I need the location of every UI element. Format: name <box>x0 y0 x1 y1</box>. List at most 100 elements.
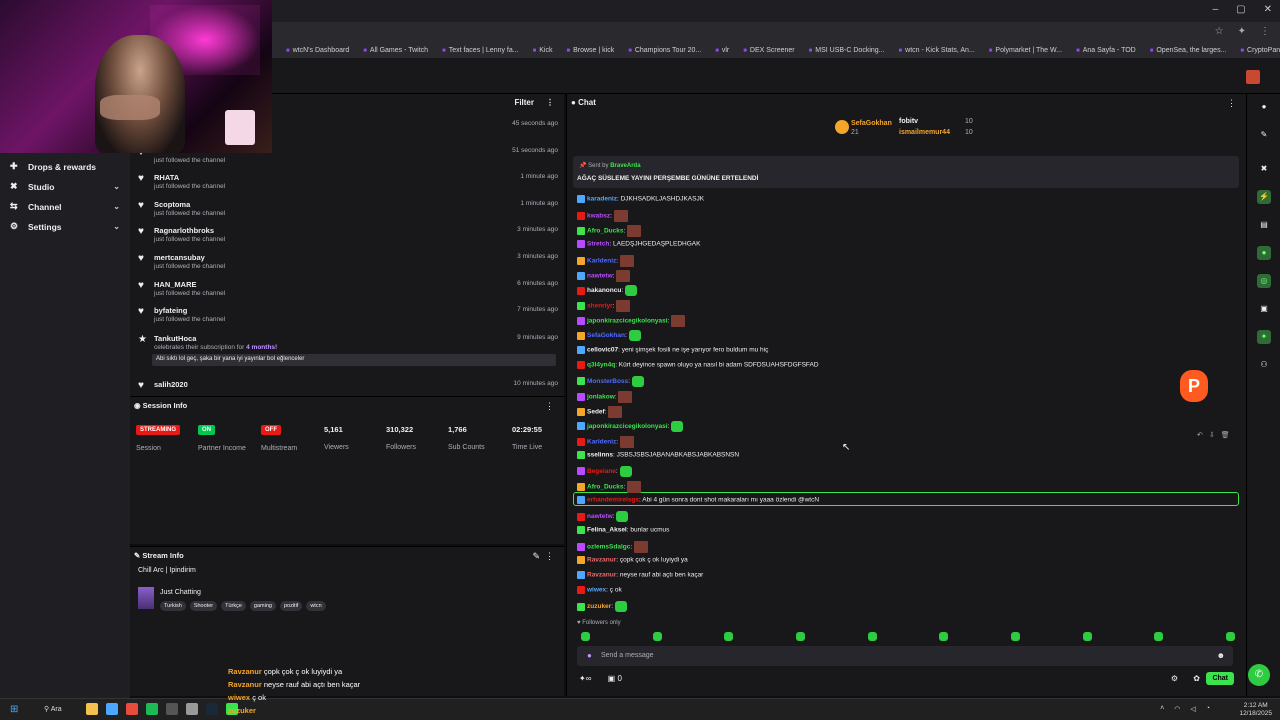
chat-message[interactable]: zuzuker: <box>577 601 627 613</box>
leaderboard-name[interactable]: SefaGokhan <box>851 120 892 127</box>
chat-username[interactable]: Begeiane <box>587 468 616 475</box>
chat-username[interactable]: nawtetw <box>587 273 613 280</box>
chat-message[interactable]: Ravzanur: neyse rauf abi açtı ben kaçar <box>577 571 703 580</box>
wrench-icon[interactable]: ✦ <box>1257 330 1271 344</box>
emote-icon[interactable] <box>724 632 734 641</box>
chat-message[interactable]: MonsterBoss: <box>577 375 644 387</box>
chat-message[interactable]: Ravzanur: çopk çok ç ok luyiydi ya <box>577 556 688 565</box>
chat-message[interactable]: sselinns: JSBSJSBSJABANABKABSJABKABSNSN <box>577 450 739 459</box>
bell-icon[interactable]: ◔ <box>1206 705 1210 713</box>
bookmark-item[interactable]: OpenSea, the larges... <box>1150 47 1226 54</box>
reply-icon[interactable]: ↶ <box>1197 431 1203 439</box>
emote-icon[interactable] <box>1154 632 1164 641</box>
file-explorer-icon[interactable] <box>86 703 98 715</box>
spotify-icon[interactable] <box>146 703 158 715</box>
leaderboard-name[interactable]: fobitv <box>899 118 918 125</box>
chat-message[interactable]: kwabsz: <box>577 210 628 223</box>
chat-username[interactable]: zuzuker <box>587 604 611 611</box>
wifi-icon[interactable]: ◠ <box>1174 705 1180 713</box>
tag-chip[interactable]: Shooter <box>189 601 218 611</box>
emote-icon[interactable] <box>1010 632 1020 641</box>
chat-message[interactable]: Karldeniz: <box>577 435 634 448</box>
maximize-icon[interactable]: ▢ <box>1236 4 1245 15</box>
chat-username[interactable]: japonkirazcicegikolonyasi <box>587 318 668 325</box>
game-icon[interactable]: ✖ <box>1257 162 1271 176</box>
chat-input[interactable]: ● Send a message ☻ <box>577 646 1233 666</box>
points-icon[interactable]: ✦∞ <box>579 674 591 683</box>
feed-username[interactable]: HAN_MARE <box>154 280 197 289</box>
bookmark-item[interactable]: wtcn - Kick Stats, An... <box>899 47 975 54</box>
sidebar-item-studio[interactable]: ✖ Studio ⌄ <box>10 181 120 192</box>
chat-message[interactable]: japonkirazcicegikolonyasi: <box>577 315 686 328</box>
feed-username[interactable]: Scoptoma <box>154 200 190 209</box>
chat-message[interactable]: karadeniz: DJKHSADKLJASHDJKASJK <box>577 195 704 203</box>
mic-icon[interactable]: ● <box>587 651 592 660</box>
chat-send-button[interactable]: Chat <box>1206 672 1234 685</box>
emote-icon[interactable] <box>1225 632 1235 641</box>
leaderboard-name[interactable]: ismailmemur44 <box>899 129 950 136</box>
gift-icon[interactable]: ▣ <box>608 674 616 683</box>
emote-icon[interactable] <box>581 632 590 641</box>
stream-category[interactable]: Just Chatting <box>160 589 201 596</box>
lightning-icon[interactable]: ⚡ <box>1257 190 1271 204</box>
chat-message[interactable]: q3l4yn4q: Kürt deyince spawn oluyo ya na… <box>577 360 819 369</box>
chat-message[interactable]: wiwex: ç ok <box>577 586 622 595</box>
app-icon[interactable] <box>126 703 138 715</box>
terminal-icon[interactable] <box>166 703 178 715</box>
feed-username[interactable]: mertcansubay <box>154 253 205 262</box>
sidebar-item-settings[interactable]: ⚙ Settings ⌄ <box>10 221 120 232</box>
windows-start-icon[interactable]: ⊞ <box>10 704 18 715</box>
bookmark-item[interactable]: Text faces | Lenny fa... <box>442 47 519 54</box>
chevron-up-icon[interactable]: ˄ <box>1160 705 1164 713</box>
chat-username[interactable]: wiwex <box>587 587 606 594</box>
users-icon[interactable]: ⚇ <box>1257 358 1271 372</box>
chat-bubble-icon[interactable]: ● <box>1257 246 1271 260</box>
avatar[interactable] <box>1246 70 1260 84</box>
chat-username[interactable]: hakanoncu <box>587 288 621 295</box>
chat-username[interactable]: japonkirazcicegikolonyasi <box>587 423 668 430</box>
delete-icon[interactable]: 🗑 <box>1221 431 1230 439</box>
chat-message[interactable]: Afro_Ducks: <box>577 225 642 238</box>
chat-message[interactable]: Sedef: <box>577 405 623 418</box>
feed-username[interactable]: byfateing <box>154 306 187 315</box>
feed-username[interactable]: salih2020 <box>154 380 188 389</box>
tag-chip[interactable]: gaming <box>249 601 276 611</box>
chat-message[interactable]: erhandemirelsgs: Abi 4 gün sonra dont sh… <box>577 496 819 504</box>
more-options-icon[interactable]: ⋮ <box>546 98 554 107</box>
chat-username[interactable]: Ravzanur <box>587 572 616 579</box>
bookmark-item[interactable]: Polymarket | The W... <box>989 47 1062 54</box>
chat-username[interactable]: Afro_Ducks <box>587 484 623 491</box>
chat-username[interactable]: SefaGokhan <box>587 333 625 340</box>
feed-username[interactable]: Ragnarlothbroks <box>154 226 214 235</box>
chat-message[interactable]: japonkirazcicegikolonyasi: <box>577 420 684 432</box>
steam-icon[interactable] <box>206 703 218 715</box>
chat-username[interactable]: kwabsz <box>587 213 610 220</box>
feed-username[interactable]: TankutHoca <box>154 334 196 343</box>
filter-button[interactable]: Filter <box>514 98 534 107</box>
chat-username[interactable]: Afro_Ducks <box>587 228 623 235</box>
tag-chip[interactable]: Türkçe <box>221 601 246 611</box>
bookmark-item[interactable]: All Games - Twitch <box>363 47 428 54</box>
bookmark-item[interactable]: Ana Sayfa - TOD <box>1076 47 1136 54</box>
chat-message[interactable]: jonlakow: <box>577 390 633 403</box>
emote-icon[interactable] <box>1082 632 1092 641</box>
broadcast-icon[interactable]: ◎ <box>1257 274 1271 288</box>
sidebar-item-channel[interactable]: ⇆ Channel ⌄ <box>10 201 120 212</box>
tag-chip[interactable]: Turkish <box>160 601 186 611</box>
emote-icon[interactable] <box>939 632 949 641</box>
chat-username[interactable]: Karldeniz <box>587 439 616 446</box>
chat-message[interactable]: nawtetw: <box>577 270 631 283</box>
gear-icon[interactable]: ⚙ <box>1171 674 1178 683</box>
community-icon[interactable]: ✿ <box>1193 674 1200 683</box>
chat-message[interactable]: Stretch: LAEDŞJHGEDAŞPLEDHGAK <box>577 240 700 249</box>
emote-icon[interactable] <box>652 632 662 641</box>
taskbar-search[interactable]: ⚲ Ara <box>44 705 62 713</box>
edit-icon[interactable]: ✎ <box>1257 128 1271 142</box>
bookmark-item[interactable]: Champions Tour 20... <box>628 47 701 54</box>
chat-message[interactable]: Afro_Ducks: <box>577 480 642 493</box>
info-icon[interactable]: ● <box>1257 100 1271 114</box>
emoji-icon[interactable]: ☻ <box>1217 651 1225 660</box>
chat-username[interactable]: karadeniz <box>587 196 617 203</box>
pin-icon[interactable]: ⇩ <box>1209 431 1215 439</box>
minimize-icon[interactable]: – <box>1213 4 1219 15</box>
